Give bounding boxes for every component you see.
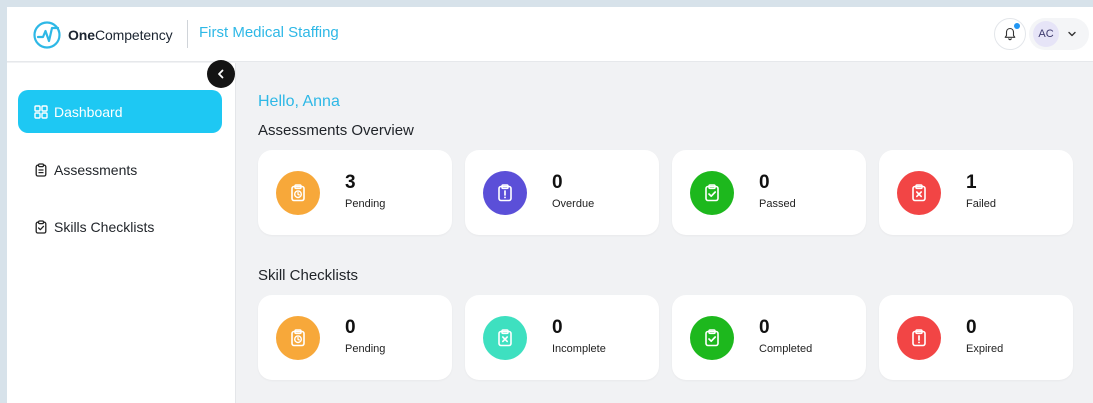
- skill-card-incomplete[interactable]: 0 Incomplete: [465, 295, 659, 380]
- dashboard-grid-icon: [34, 104, 48, 119]
- sidebar-item-assessments[interactable]: Assessments: [18, 148, 222, 191]
- app-window: OneCompetency First Medical Staffing AC: [7, 7, 1093, 403]
- sidebar-item-skills-checklists[interactable]: Skills Checklists: [18, 205, 222, 248]
- top-header: OneCompetency First Medical Staffing AC: [7, 7, 1093, 62]
- sidebar-item-dashboard[interactable]: Dashboard: [18, 90, 222, 133]
- sidebar-item-label: Skills Checklists: [54, 218, 155, 235]
- brand-name: OneCompetency: [68, 27, 173, 43]
- count-label: Completed: [759, 343, 813, 355]
- clipboard-check-icon: [705, 329, 719, 347]
- count-value: 0: [759, 317, 770, 338]
- skill-card-pending[interactable]: 0 Pending: [258, 295, 452, 380]
- greeting: Hello, Anna: [258, 93, 340, 110]
- clipboard-x-icon: [498, 329, 512, 347]
- clipboard-check-icon: [35, 219, 47, 234]
- status-icon-circle: [276, 171, 320, 215]
- assessment-card-overdue[interactable]: 0 Overdue: [465, 150, 659, 235]
- clipboard-x-icon: [912, 184, 926, 202]
- clipboard-alert-icon: [912, 329, 926, 347]
- assessment-card-failed[interactable]: 1 Failed: [879, 150, 1073, 235]
- clipboard-check-icon: [705, 184, 719, 202]
- notifications-button[interactable]: [994, 18, 1026, 50]
- count-label: Overdue: [552, 198, 595, 210]
- header-divider: [187, 20, 188, 48]
- clipboard-alert-icon: [498, 184, 512, 202]
- count-value: 0: [966, 317, 977, 338]
- status-icon-circle: [690, 171, 734, 215]
- count-label: Pending: [345, 198, 386, 210]
- sidebar-item-label: Assessments: [54, 161, 138, 178]
- bell-icon: [1004, 27, 1016, 41]
- skill-card-completed[interactable]: 0 Completed: [672, 295, 866, 380]
- sidebar-collapse-button[interactable]: [207, 60, 235, 88]
- status-icon-circle: [276, 316, 320, 360]
- count-label: Expired: [966, 343, 1004, 355]
- logo-icon: [33, 21, 61, 49]
- count-value: 0: [759, 172, 770, 193]
- count-value: 1: [966, 172, 977, 193]
- status-icon-circle: [897, 171, 941, 215]
- avatar: AC: [1033, 21, 1059, 47]
- assessment-card-passed[interactable]: 0 Passed: [672, 150, 866, 235]
- count-label: Failed: [966, 198, 996, 210]
- clipboard-icon: [35, 162, 47, 177]
- sidebar: Dashboard Assessments Skills Checklists: [7, 63, 236, 403]
- logo[interactable]: OneCompetency: [32, 20, 173, 50]
- clipboard-clock-icon: [291, 184, 305, 202]
- user-menu-button[interactable]: AC: [1029, 18, 1089, 50]
- count-label: Passed: [759, 198, 796, 210]
- skill-card-expired[interactable]: 0 Expired: [879, 295, 1073, 380]
- count-label: Pending: [345, 343, 386, 355]
- assessment-card-pending[interactable]: 3 Pending: [258, 150, 452, 235]
- status-icon-circle: [690, 316, 734, 360]
- organization-name: First Medical Staffing: [199, 24, 339, 41]
- skill-checklists-title: Skill Checklists: [258, 267, 359, 284]
- status-icon-circle: [897, 316, 941, 360]
- count-value: 0: [345, 317, 356, 338]
- count-value: 0: [552, 172, 563, 193]
- assessments-overview-title: Assessments Overview: [258, 122, 414, 139]
- main-content: Hello, Anna Assessments Overview 3 Pendi…: [237, 63, 1093, 403]
- sidebar-item-label: Dashboard: [54, 103, 123, 120]
- count-value: 0: [552, 317, 563, 338]
- chevron-down-icon: [1068, 31, 1076, 37]
- clipboard-clock-icon: [291, 329, 305, 347]
- count-value: 3: [345, 172, 356, 193]
- status-icon-circle: [483, 316, 527, 360]
- status-icon-circle: [483, 171, 527, 215]
- notification-dot: [1014, 23, 1020, 29]
- count-label: Incomplete: [552, 343, 606, 355]
- chevron-left-icon: [218, 69, 224, 79]
